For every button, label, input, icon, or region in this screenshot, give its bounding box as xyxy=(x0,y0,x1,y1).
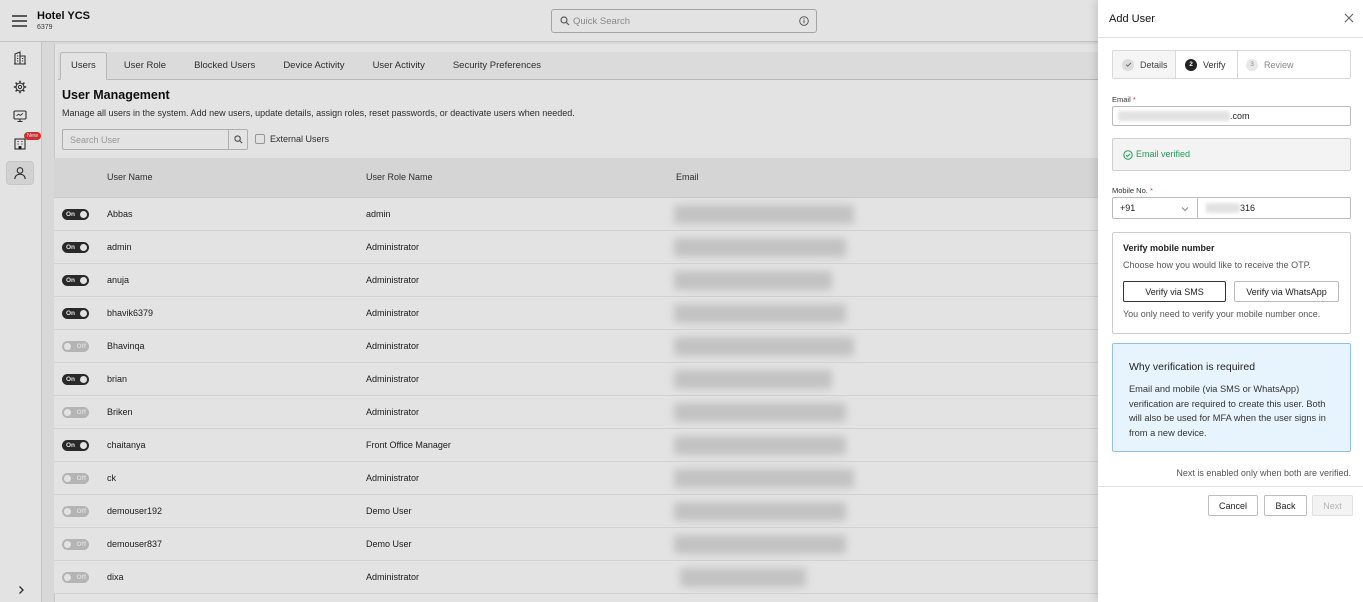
step-verify[interactable]: 2 Verify xyxy=(1176,51,1238,78)
required-mark: * xyxy=(1132,95,1136,104)
step-verify-label: Verify xyxy=(1203,59,1226,70)
step-verify-number: 2 xyxy=(1185,58,1197,71)
info-body: Email and mobile (via SMS or WhatsApp) v… xyxy=(1129,384,1326,438)
email-input[interactable]: .com xyxy=(1112,106,1351,126)
email-label: Email * xyxy=(1112,95,1136,104)
step-details-label: Details xyxy=(1140,59,1168,70)
modal-overlay[interactable] xyxy=(0,0,1098,602)
back-button[interactable]: Back xyxy=(1264,495,1307,516)
verify-via-whatsapp-button[interactable]: Verify via WhatsApp xyxy=(1234,281,1339,302)
step-review-label: Review xyxy=(1264,59,1294,70)
email-verified-banner: Email verified xyxy=(1112,138,1351,171)
verification-info-box: Why verification is required Email and m… xyxy=(1112,343,1351,452)
verify-mobile-note: You only need to verify your mobile numb… xyxy=(1123,309,1321,319)
step-review[interactable]: 3 Review xyxy=(1238,51,1350,78)
email-label-text: Email xyxy=(1112,95,1131,104)
next-button[interactable]: Next xyxy=(1312,495,1353,516)
verify-via-sms-button[interactable]: Verify via SMS xyxy=(1123,281,1226,302)
drawer-footer-divider xyxy=(1098,486,1363,487)
email-value-suffix: .com xyxy=(1230,111,1250,121)
verify-mobile-instructions: Choose how you would like to receive the… xyxy=(1123,260,1311,270)
next-helper-text: Next is enabled only when both are verif… xyxy=(1176,468,1351,478)
info-title: Why verification is required xyxy=(1129,361,1256,373)
mobile-number-suffix: 316 xyxy=(1240,203,1256,213)
step-complete-check-icon xyxy=(1122,58,1134,71)
mobile-number-input[interactable]: 316 xyxy=(1198,197,1351,219)
verify-mobile-title: Verify mobile number xyxy=(1123,243,1215,253)
close-icon[interactable] xyxy=(1343,12,1355,24)
required-mark: * xyxy=(1149,186,1153,195)
email-verified-text: Email verified xyxy=(1136,149,1191,159)
stepper: Details 2 Verify 3 Review xyxy=(1112,50,1351,79)
step-details[interactable]: Details xyxy=(1113,51,1176,78)
mobile-label-text: Mobile No. xyxy=(1112,186,1148,195)
country-code-select[interactable]: +91 xyxy=(1112,197,1198,219)
cancel-button[interactable]: Cancel xyxy=(1208,495,1258,516)
country-code-value: +91 xyxy=(1120,203,1136,213)
step-review-number: 3 xyxy=(1246,58,1258,71)
drawer-header-divider xyxy=(1098,37,1363,38)
add-user-drawer: Add User Details 2 Verify 3 Review Email… xyxy=(1098,0,1363,602)
mobile-label: Mobile No. * xyxy=(1112,186,1153,195)
redacted-mobile-value xyxy=(1206,203,1240,213)
verify-mobile-card: Verify mobile number Choose how you woul… xyxy=(1112,232,1351,334)
check-circle-icon xyxy=(1123,149,1136,160)
drawer-title: Add User xyxy=(1109,13,1155,25)
redacted-email-value xyxy=(1118,111,1230,121)
